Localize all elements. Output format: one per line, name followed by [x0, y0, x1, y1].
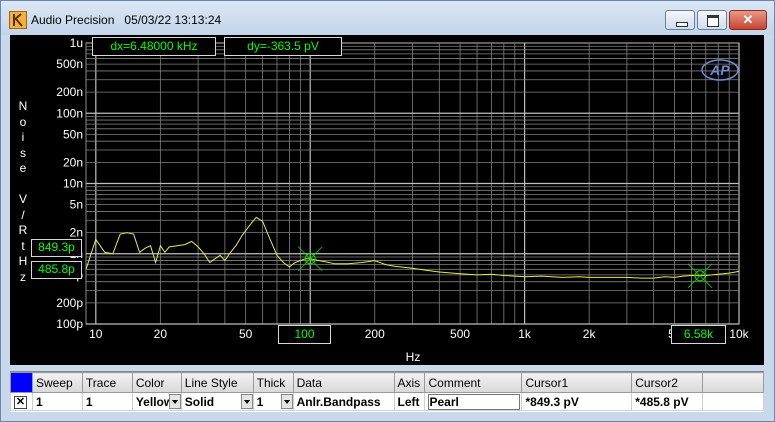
y-tick-label: 2n [70, 226, 83, 240]
thick-dropdown-icon[interactable] [280, 394, 293, 409]
col-header-thick[interactable]: Thick [252, 372, 294, 393]
ap-logo-text: AP [709, 62, 730, 78]
y-axis-label-char: R [18, 223, 28, 237]
col-header-cursor2[interactable]: Cursor2 [631, 372, 704, 393]
x-axis-label: Hz [405, 350, 421, 364]
graph-panel[interactable]: 1u500n200n100n50n20n10n5n2n1n500p200p100… [10, 35, 764, 365]
x-tick-label: 200 [365, 327, 385, 341]
cursor2-x-readout: 6.58k [671, 325, 726, 344]
comment-field[interactable]: Pearl [428, 393, 521, 410]
cursor2-y-readout: 485.8p [31, 261, 82, 279]
cell-thick[interactable]: 1 [252, 392, 294, 411]
cell-trace[interactable]: 1 [81, 392, 133, 411]
x-tick-label: 10k [729, 327, 749, 341]
color-value: Yellow [135, 394, 174, 409]
col-header-axis[interactable]: Axis [393, 372, 426, 393]
y-tick-label: 500n [56, 57, 83, 71]
table-header-row: Sweep Trace Color Line Style Thick Data … [10, 372, 764, 393]
x-tick-label: 1k [518, 327, 532, 341]
x-tick-label: 10 [89, 327, 103, 341]
col-header-comment[interactable]: Comment [424, 372, 523, 393]
col-header-line-style[interactable]: Line Style [180, 372, 254, 393]
app-window: Audio Precision 05/03/22 13:13:24 ✕ 1u 50… [0, 0, 775, 422]
x-tick-label: 2k [583, 327, 597, 341]
y-axis-label-char: e [19, 161, 27, 175]
thick-value: 1 [256, 394, 264, 409]
y-axis-label-char: / [21, 207, 25, 222]
col-header-color[interactable]: Color [131, 372, 182, 393]
y-axis-label-char [12, 177, 34, 193]
table-row[interactable]: ✕ 1 1 Yellow Solid 1 Anlr.Bandpass Left … [10, 392, 764, 411]
close-icon: ✕ [742, 12, 754, 27]
trace-table: Sweep Trace Color Line Style Thick Data … [10, 371, 764, 412]
line-style-dropdown-icon[interactable] [240, 394, 253, 409]
cell-line-style[interactable]: Solid [180, 392, 254, 411]
cell-comment[interactable]: Pearl [424, 392, 523, 411]
header-swatch[interactable] [10, 372, 33, 393]
minimize-icon [676, 22, 688, 27]
cell-spacer [702, 392, 764, 411]
window-title: Audio Precision 05/03/22 13:13:24 [31, 13, 222, 27]
row-enable-cell[interactable]: ✕ [10, 392, 33, 411]
row-enabled-checkbox[interactable]: ✕ [14, 396, 27, 409]
x-tick-label: 20 [154, 327, 168, 341]
minimize-button[interactable] [665, 10, 695, 30]
y-axis-label-char: t [21, 238, 25, 253]
y-axis-label-char: H [18, 254, 28, 268]
y-axis-label-char: s [20, 145, 26, 160]
y-tick-label: 50n [63, 127, 83, 141]
y-axis-label-char: N [18, 99, 28, 113]
y-tick-label: 20n [63, 155, 83, 169]
dx-readout: dx=6.48000 kHz [92, 37, 216, 56]
col-header-trace[interactable]: Trace [81, 372, 133, 393]
line-style-value: Solid [184, 394, 215, 409]
cell-color[interactable]: Yellow [131, 392, 182, 411]
col-header-cursor1[interactable]: Cursor1 [521, 372, 633, 393]
dy-readout: dy=-363.5 pV [224, 37, 342, 56]
x-tick-label: 500 [450, 327, 470, 341]
title-bar[interactable]: Audio Precision 05/03/22 13:13:24 ✕ [1, 1, 774, 35]
cell-sweep[interactable]: 1 [31, 392, 83, 411]
y-axis-label: Noise V / Rt Hz [12, 99, 34, 285]
maximize-button[interactable] [697, 10, 727, 30]
y-axis-label-char: o [19, 114, 27, 129]
y-tick-label: 1u [70, 36, 83, 50]
maximize-icon [707, 15, 719, 27]
y-tick-label: 200n [56, 85, 83, 99]
y-axis-label-char: i [21, 130, 25, 144]
y-tick-label: 10n [63, 177, 83, 191]
cell-cursor2: *485.8 pV [631, 392, 704, 411]
col-header-data[interactable]: Data [292, 372, 395, 393]
noise-chart[interactable]: 1u500n200n100n50n20n10n5n2n1n500p200p100… [10, 35, 764, 365]
y-axis-label-char: V [18, 192, 27, 206]
col-header-spacer [702, 372, 764, 393]
col-header-sweep[interactable]: Sweep [31, 372, 83, 393]
color-dropdown-icon[interactable] [168, 394, 181, 409]
cell-axis[interactable]: Left [393, 392, 426, 411]
y-tick-label: 100n [56, 106, 83, 120]
y-tick-label: 5n [70, 198, 83, 212]
cell-data[interactable]: Anlr.Bandpass [292, 392, 395, 411]
close-button[interactable]: ✕ [729, 10, 767, 30]
cursor1-y-readout: 849.3p [31, 239, 82, 257]
audio-precision-app-icon[interactable] [9, 11, 27, 29]
x-tick-label: 50 [239, 327, 253, 341]
cell-cursor1: *849.3 pV [521, 392, 633, 411]
y-axis-label-char: z [20, 269, 26, 284]
y-tick-label: 200p [56, 296, 83, 310]
cursor1-x-readout: 100 [278, 325, 331, 344]
y-tick-label: 100p [56, 317, 83, 331]
